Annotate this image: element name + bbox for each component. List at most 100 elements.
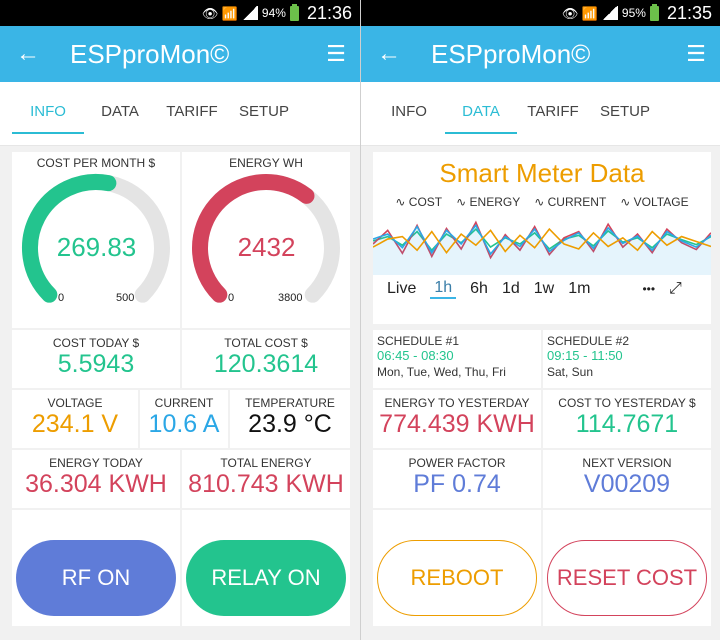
tab-bar: INFO DATA TARIFF SETUP	[0, 82, 360, 146]
cost-yesterday-label: COST TO YESTERDAY $	[558, 396, 696, 410]
back-arrow-icon[interactable]: ←	[0, 40, 56, 68]
app-bar: ← ESPproMon© ☰	[361, 26, 720, 82]
energy-today-label: ENERGY TODAY	[49, 456, 143, 470]
tab-setup[interactable]: SETUP	[228, 94, 300, 134]
current-card: CURRENT 10.6 A	[140, 390, 228, 448]
legend-current[interactable]: CURRENT	[534, 195, 607, 209]
gauge-energy-min: 0	[228, 292, 235, 304]
reset-cost-button[interactable]: RESET COST	[547, 540, 707, 616]
app-bar: ← ESPproMon© ☰	[0, 26, 360, 82]
energy-yesterday-label: ENERGY TO YESTERDAY	[384, 396, 530, 410]
app-title: ESPproMon©	[431, 38, 591, 69]
legend-energy[interactable]: ENERGY	[456, 195, 521, 209]
tab-tariff[interactable]: TARIFF	[156, 94, 228, 134]
time-range-selector: Live 1h 6h 1d 1w 1m ••• ⤢	[373, 279, 711, 299]
schedule-1-label: SCHEDULE #1	[377, 334, 460, 348]
total-energy-value: 810.743 KWH	[188, 470, 344, 498]
more-icon[interactable]: •••	[642, 282, 655, 296]
rf-on-button[interactable]: RF ON	[16, 540, 176, 616]
voltage-label: VOLTAGE	[47, 396, 103, 410]
tab-info[interactable]: INFO	[373, 94, 445, 134]
tab-info[interactable]: INFO	[12, 94, 84, 134]
temperature-value: 23.9 °C	[248, 410, 332, 438]
total-cost-label: TOTAL COST $	[224, 336, 308, 350]
data-grid: Smart Meter Data COST ENERGY CURRENT VOL…	[361, 146, 720, 640]
clock: 21:36	[306, 2, 352, 23]
signal-icon	[601, 6, 618, 20]
total-cost-value: 120.3614	[213, 350, 319, 378]
energy-today-value: 36.304 KWH	[25, 470, 167, 498]
cost-yesterday-value: 114.7671	[575, 410, 679, 438]
gauge-energy-wh: ENERGY WH 2432 0 3800	[182, 152, 350, 328]
gauge-energy-value: 2432	[237, 232, 296, 262]
app-title: ESPproMon©	[70, 38, 230, 69]
battery-percent: 94%	[261, 6, 286, 20]
info-grid: COST PER MONTH $ 269.83 0 500 ENERGY WH …	[0, 146, 360, 640]
energy-yesterday-value: 774.439 KWH	[379, 410, 535, 438]
battery-percent: 95%	[621, 6, 646, 20]
range-6h[interactable]: 6h	[470, 280, 488, 298]
status-bar: 👁 📶 95% 21:35	[361, 0, 720, 26]
cost-today-value: 5.5943	[57, 350, 135, 378]
power-factor-card: POWER FACTOR PF 0.74	[373, 450, 541, 508]
range-1d[interactable]: 1d	[502, 280, 520, 298]
temperature-card: TEMPERATURE 23.9 °C	[230, 390, 350, 448]
reboot-button[interactable]: REBOOT	[377, 540, 537, 616]
schedule-1-days: Mon, Tue, Wed, Thu, Fri	[377, 365, 506, 379]
chart-title: Smart Meter Data	[439, 158, 645, 188]
gauge-cost-per-month: COST PER MONTH $ 269.83 0 500	[12, 152, 180, 328]
total-cost-card: TOTAL COST $ 120.3614	[182, 330, 350, 388]
menu-icon[interactable]: ☰	[672, 41, 720, 67]
gauge-cost-max: 500	[116, 292, 135, 304]
schedule-1-time: 06:45 - 08:30	[377, 348, 454, 363]
gauge-cost-min: 0	[58, 292, 65, 304]
expand-icon[interactable]: ⤢	[669, 280, 682, 298]
clock: 21:35	[666, 2, 712, 23]
battery-icon	[649, 3, 659, 21]
range-1h[interactable]: 1h	[430, 279, 457, 299]
energy-yesterday-card: ENERGY TO YESTERDAY 774.439 KWH	[373, 390, 541, 448]
menu-icon[interactable]: ☰	[312, 41, 360, 67]
relay-on-button[interactable]: RELAY ON	[186, 540, 346, 616]
next-version-label: NEXT VERSION	[582, 456, 672, 470]
chart-legend: COST ENERGY CURRENT VOLTAGE	[373, 195, 711, 209]
temperature-label: TEMPERATURE	[245, 396, 335, 410]
next-version-value: V00209	[583, 470, 671, 498]
total-energy-card: TOTAL ENERGY 810.743 KWH	[182, 450, 350, 508]
range-1w[interactable]: 1w	[534, 280, 554, 298]
current-label: CURRENT	[154, 396, 214, 410]
legend-voltage[interactable]: VOLTAGE	[620, 195, 689, 209]
wifi-icon: 📶	[581, 6, 599, 21]
series-area-current	[373, 225, 711, 275]
tab-data[interactable]: DATA	[84, 94, 156, 134]
chart-card: Smart Meter Data COST ENERGY CURRENT VOL…	[373, 152, 711, 324]
phone-data-screen: 👁 📶 95% 21:35 ← ESPproMon© ☰ INFO DATA T…	[360, 0, 720, 640]
eye-icon: 👁	[201, 6, 219, 21]
tab-setup[interactable]: SETUP	[589, 94, 661, 134]
cost-yesterday-card: COST TO YESTERDAY $ 114.7671	[543, 390, 711, 448]
range-live[interactable]: Live	[387, 280, 416, 298]
wifi-icon: 📶	[221, 6, 239, 21]
energy-today-card: ENERGY TODAY 36.304 KWH	[12, 450, 180, 508]
line-chart[interactable]	[373, 213, 711, 275]
power-factor-value: PF 0.74	[413, 470, 501, 498]
eye-icon: 👁	[561, 6, 579, 21]
signal-icon	[241, 6, 258, 20]
current-value: 10.6 A	[148, 410, 220, 438]
legend-cost[interactable]: COST	[395, 195, 442, 209]
range-1m[interactable]: 1m	[568, 280, 590, 298]
schedule-2-time: 09:15 - 11:50	[547, 348, 623, 363]
gauge-cost-value: 269.83	[56, 232, 137, 262]
total-energy-label: TOTAL ENERGY	[220, 456, 312, 470]
next-version-card: NEXT VERSION V00209	[543, 450, 711, 508]
phone-info-screen: 👁 📶 94% 21:36 ← ESPproMon© ☰ INFO DATA T…	[0, 0, 360, 640]
gauge-energy-max: 3800	[278, 292, 303, 304]
battery-icon	[289, 3, 299, 21]
voltage-value: 234.1 V	[31, 410, 119, 438]
schedule-2-card: SCHEDULE #2 09:15 - 11:50 Sat, Sun	[543, 330, 711, 388]
tab-tariff[interactable]: TARIFF	[517, 94, 589, 134]
status-bar: 👁 📶 94% 21:36	[0, 0, 360, 26]
tab-data[interactable]: DATA	[445, 94, 517, 134]
back-arrow-icon[interactable]: ←	[361, 40, 417, 68]
cost-today-label: COST TODAY $	[52, 336, 140, 350]
